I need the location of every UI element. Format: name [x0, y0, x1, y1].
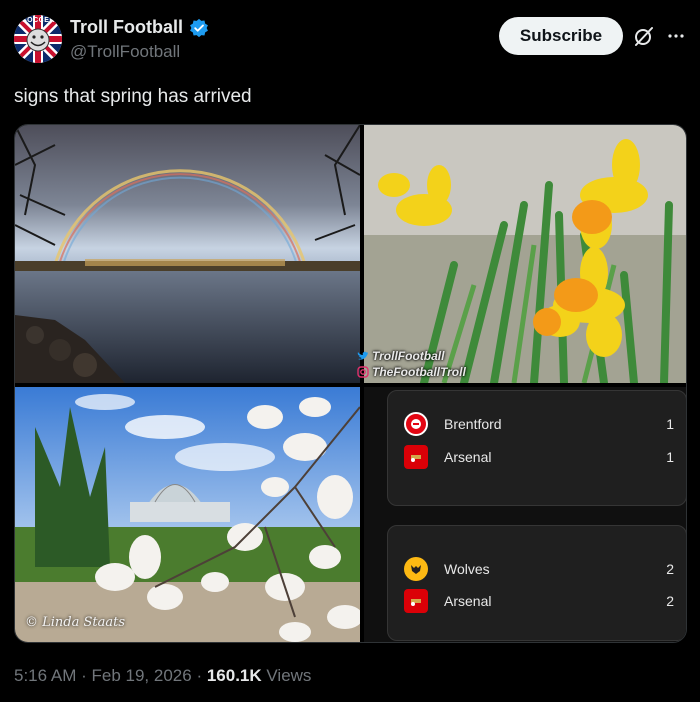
team-row: Arsenal 2	[404, 588, 674, 614]
watermark-instagram: TheFootballTroll	[372, 365, 466, 379]
team-score: 2	[666, 561, 674, 577]
team-name: Brentford	[444, 416, 502, 432]
rainbow-lake-photo[interactable]	[15, 125, 360, 383]
tweet-date[interactable]: Feb 19, 2026	[92, 666, 192, 685]
daffodils-photo[interactable]	[364, 125, 686, 383]
team-row: Wolves 2	[404, 556, 674, 582]
views-count: 160.1K	[206, 666, 262, 685]
verified-badge-icon	[190, 18, 208, 37]
photo-credit: © Linda Staats	[25, 615, 126, 630]
twitter-bird-icon	[357, 351, 368, 360]
views-label: Views	[266, 666, 312, 685]
team-name: Arsenal	[444, 449, 492, 465]
tweet-meta: 5:16 AM · Feb 19, 2026 · 160.1K Views	[14, 666, 311, 686]
author-handle[interactable]: @TrollFootball	[70, 42, 180, 62]
grok-icon[interactable]	[633, 25, 655, 47]
team-score: 2	[666, 593, 674, 609]
brentford-crest-icon	[404, 412, 428, 436]
tweet-text: signs that spring has arrived	[14, 86, 252, 107]
author-name-row: Troll Football	[70, 17, 209, 38]
meta-separator: ·	[81, 666, 92, 685]
arsenal-crest-icon	[404, 445, 428, 469]
team-name: Arsenal	[444, 593, 492, 609]
watermark-twitter: TrollFootball	[372, 349, 445, 363]
team-score: 1	[666, 449, 674, 465]
subscribe-button[interactable]: Subscribe	[499, 17, 623, 55]
instagram-icon	[357, 366, 369, 378]
tweet-header: SOCCER Troll Football @TrollFootball Sub…	[0, 0, 700, 80]
wolves-crest-icon	[404, 557, 428, 581]
author-avatar[interactable]: SOCCER	[14, 15, 62, 63]
team-name: Wolves	[444, 561, 490, 577]
more-icon[interactable]	[667, 26, 685, 46]
team-row: Brentford 1	[404, 411, 674, 437]
media-grid[interactable]: TrollFootball TheFootballTroll © Linda S…	[14, 124, 687, 643]
watermark: TrollFootball TheFootballTroll	[357, 348, 466, 380]
avatar-badge-text: SOCCER	[22, 17, 55, 24]
score-card[interactable]: Brentford 1 Arsenal 1	[387, 390, 686, 506]
team-score: 1	[666, 416, 674, 432]
score-card[interactable]: Wolves 2 Arsenal 2	[387, 525, 686, 641]
author-display-name[interactable]: Troll Football	[70, 17, 183, 38]
arsenal-crest-icon	[404, 589, 428, 613]
meta-separator: ·	[196, 666, 207, 685]
tweet-time[interactable]: 5:16 AM	[14, 666, 76, 685]
magnolia-conservatory-photo[interactable]	[15, 387, 360, 642]
team-row: Arsenal 1	[404, 444, 674, 470]
